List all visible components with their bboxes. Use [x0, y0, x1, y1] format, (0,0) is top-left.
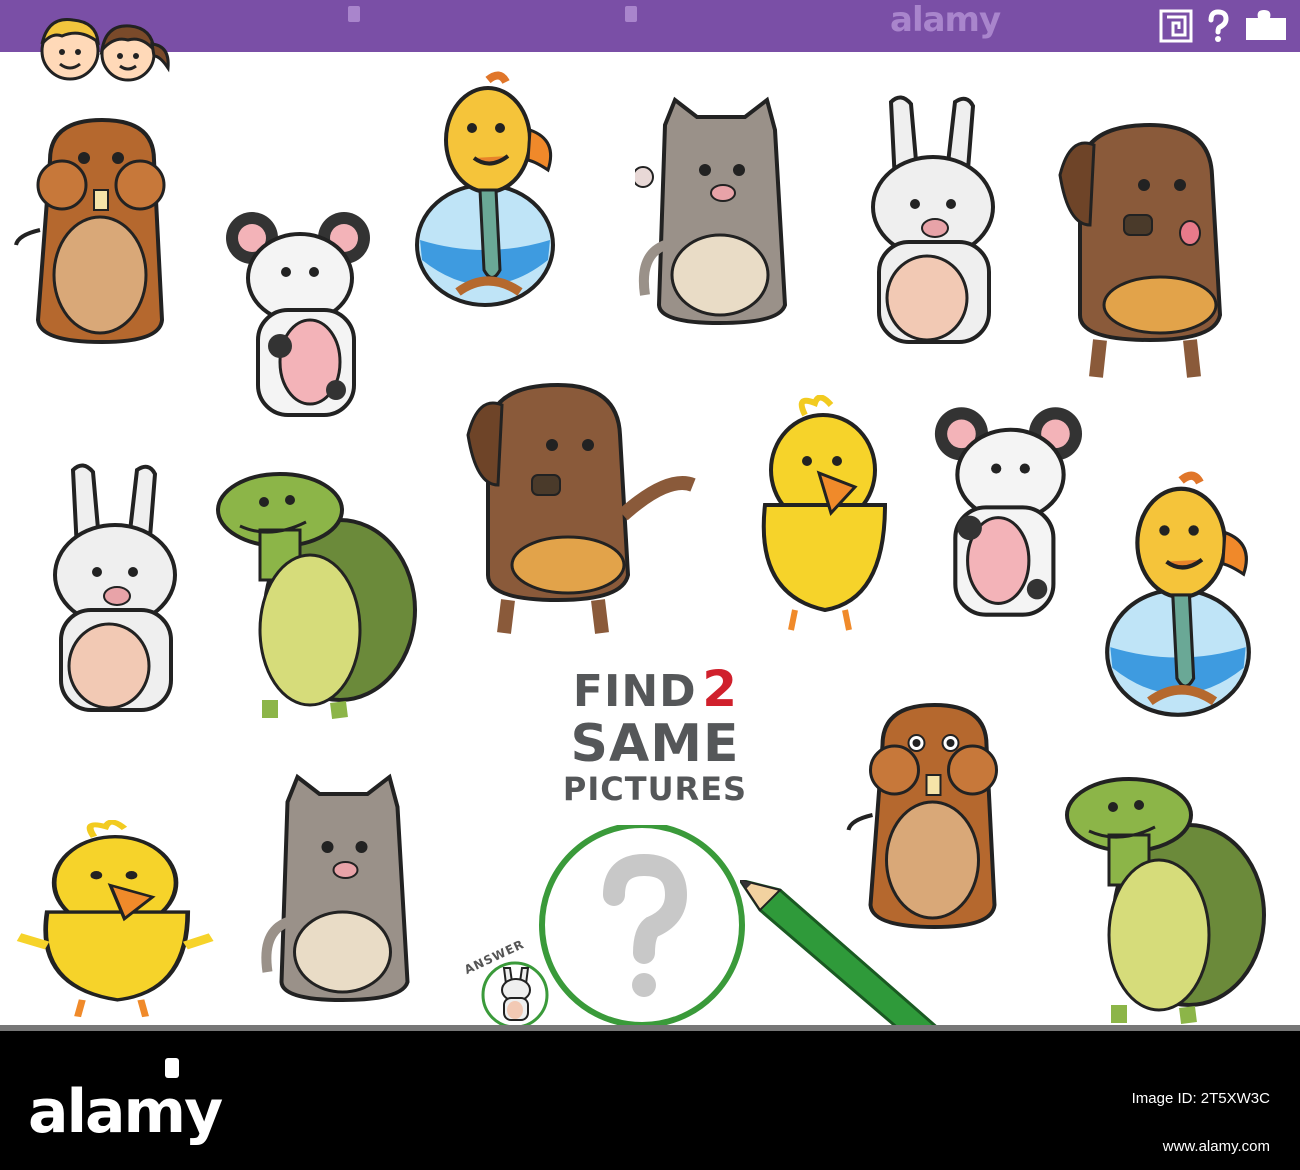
puzzle-piece-icon	[1246, 10, 1286, 40]
dog-card[interactable]	[448, 375, 703, 635]
turtle-card[interactable]	[1058, 775, 1270, 1027]
turtle-card[interactable]	[210, 470, 420, 722]
question-icon	[1208, 9, 1229, 42]
cat-card[interactable]	[635, 95, 800, 340]
footer-logo-mark	[165, 1058, 179, 1078]
watermark-mark	[625, 6, 637, 22]
mouse-card[interactable]	[928, 395, 1093, 630]
puzzle-title: FIND 2 SAME PICTURES	[550, 660, 760, 808]
rabbit-card[interactable]	[22, 460, 207, 722]
cat-card[interactable]	[255, 772, 425, 1017]
dog-card[interactable]	[1040, 115, 1255, 380]
mouse-card[interactable]	[220, 200, 380, 430]
pencil-icon	[740, 880, 937, 1025]
title-same: SAME	[570, 714, 740, 774]
footer-logo: alamy	[28, 1077, 223, 1147]
image-id-label: Image ID: 2T5XW3C	[1131, 1090, 1270, 1107]
goldfish-bowl-card[interactable]	[410, 70, 560, 310]
maze-icon	[1159, 9, 1193, 43]
answer-thumbnail-icon	[481, 961, 549, 1029]
title-count: 2	[702, 660, 738, 718]
magnifier-icon	[539, 825, 745, 1025]
hamster-card[interactable]	[10, 110, 190, 355]
header-bar	[0, 0, 1300, 52]
goldfish-bowl-card[interactable]	[1098, 470, 1258, 720]
watermark-mark	[348, 6, 360, 22]
canary-card[interactable]	[12, 820, 217, 1025]
watermark: alamy	[890, 0, 1001, 40]
title-find: FIND	[572, 666, 697, 717]
title-pictures: PICTURES	[562, 770, 748, 808]
rabbit-card[interactable]	[855, 92, 1010, 354]
footer-url[interactable]: www.alamy.com	[1020, 1138, 1270, 1155]
kids-logo-icon	[40, 18, 170, 82]
puzzle-page: alamy FIND 2 SAME PICTURES ANSWER alamy …	[0, 0, 1300, 1170]
canary-card[interactable]	[735, 395, 910, 640]
